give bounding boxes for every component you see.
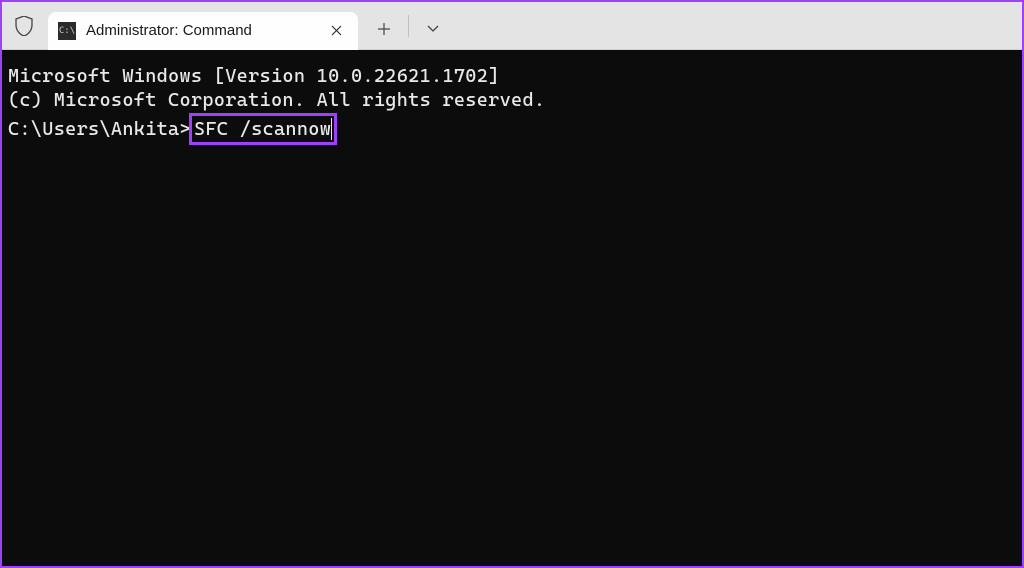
new-tab-button[interactable] (362, 10, 406, 48)
terminal-prompt-line: C:\Users\Ankita>SFC /scannow (8, 113, 1016, 145)
terminal-prompt: C:\Users\Ankita> (8, 117, 191, 141)
terminal-output-line: Microsoft Windows [Version 10.0.22621.17… (8, 64, 1016, 88)
shield-icon (14, 16, 34, 36)
window-titlebar: C:\ Administrator: Command (2, 2, 1022, 50)
tab-dropdown-button[interactable] (411, 10, 455, 48)
tab-title: Administrator: Command (86, 22, 324, 39)
tab-command-prompt[interactable]: C:\ Administrator: Command (48, 12, 358, 50)
terminal-area[interactable]: Microsoft Windows [Version 10.0.22621.17… (2, 50, 1022, 566)
titlebar-actions (362, 2, 455, 49)
titlebar-divider (408, 15, 409, 37)
command-highlight: SFC /scannow (189, 113, 337, 145)
terminal-output-line: (c) Microsoft Corporation. All rights re… (8, 88, 1016, 112)
terminal-command: SFC /scannow (194, 117, 331, 141)
close-tab-button[interactable] (324, 19, 348, 43)
text-cursor (331, 118, 332, 140)
terminal-icon: C:\ (58, 22, 76, 40)
